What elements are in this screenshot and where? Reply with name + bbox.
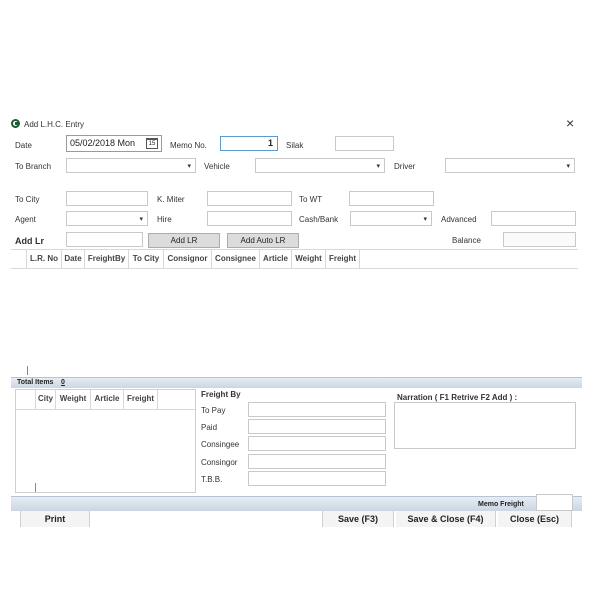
driver-select[interactable]: ▾ xyxy=(445,158,575,173)
print-button[interactable]: Print xyxy=(20,511,90,527)
silak-input[interactable] xyxy=(335,136,394,151)
agent-select[interactable]: ▾ xyxy=(66,211,148,226)
advanced-label: Advanced xyxy=(441,215,477,224)
add-lr-label: Add Lr xyxy=(15,236,44,246)
to-wt-label: To WT xyxy=(299,195,323,204)
memo-freight-input xyxy=(536,494,573,511)
column-header[interactable]: FreightBy xyxy=(85,250,129,268)
vehicle-select[interactable]: ▾ xyxy=(255,158,385,173)
column-header[interactable]: Article xyxy=(260,250,292,268)
lr-grid-body[interactable] xyxy=(11,269,578,375)
consingee-input[interactable] xyxy=(248,436,386,451)
consingor-input[interactable] xyxy=(248,454,386,469)
silak-label: Silak xyxy=(286,141,304,150)
chevron-down-icon: ▾ xyxy=(566,163,570,170)
to-city-label: To City xyxy=(15,195,40,204)
k-miter-label: K. Miter xyxy=(157,195,185,204)
consingee-label: Consingee xyxy=(201,440,240,449)
grid-row-marker xyxy=(27,366,28,375)
column-header[interactable]: Freight xyxy=(124,390,158,409)
chevron-down-icon: ▾ xyxy=(187,163,191,170)
chevron-down-icon: ▾ xyxy=(423,216,427,223)
k-miter-input[interactable] xyxy=(207,191,292,206)
save-button[interactable]: Save (F3) xyxy=(322,511,394,527)
row-selector-column xyxy=(16,390,36,409)
to-branch-select[interactable]: ▾ xyxy=(66,158,196,173)
calendar-icon[interactable]: 15 xyxy=(146,138,158,149)
hire-label: Hire xyxy=(157,215,172,224)
sub-grid-header: City Weight Article Freight xyxy=(16,390,195,410)
column-header[interactable]: Date xyxy=(62,250,85,268)
hire-input[interactable] xyxy=(207,211,292,226)
add-auto-lr-button[interactable]: Add Auto LR xyxy=(227,233,299,248)
close-icon[interactable]: × xyxy=(566,115,574,131)
add-lr-input[interactable] xyxy=(66,232,143,247)
balance-input xyxy=(503,232,576,247)
date-value: 05/02/2018 Mon xyxy=(70,138,136,148)
vehicle-label: Vehicle xyxy=(204,162,230,171)
column-header[interactable]: Consignor xyxy=(164,250,212,268)
memo-no-value: 1 xyxy=(267,138,273,148)
paid-label: Paid xyxy=(201,423,218,432)
agent-label: Agent xyxy=(15,215,36,224)
save-close-button[interactable]: Save & Close (F4) xyxy=(396,511,496,527)
chevron-down-icon: ▾ xyxy=(376,163,380,170)
cash-bank-select[interactable]: ▾ xyxy=(350,211,432,226)
tbb-label: T.B.B. xyxy=(201,475,223,484)
narration-label: Narration ( F1 Retrive F2 Add ) : xyxy=(397,393,518,402)
to-wt-input[interactable] xyxy=(349,191,434,206)
row-selector-column xyxy=(11,250,27,268)
to-city-input[interactable] xyxy=(66,191,148,206)
tbb-input[interactable] xyxy=(248,471,386,486)
chevron-down-icon: ▾ xyxy=(139,216,143,223)
total-items-label: Total Items xyxy=(17,379,54,386)
advanced-input[interactable] xyxy=(491,211,576,226)
balance-label: Balance xyxy=(452,236,481,245)
memo-no-label: Memo No. xyxy=(170,141,207,150)
date-label: Date xyxy=(15,141,32,150)
totals-bar: Total Items 0 xyxy=(11,377,582,388)
grid-row-marker xyxy=(35,483,36,492)
window-title: Add L.H.C. Entry xyxy=(24,120,85,129)
memo-no-input[interactable]: 1 xyxy=(220,136,278,151)
to-branch-label: To Branch xyxy=(15,162,52,171)
sub-grid[interactable]: City Weight Article Freight xyxy=(15,389,196,493)
close-button[interactable]: Close (Esc) xyxy=(498,511,572,527)
paid-input[interactable] xyxy=(248,419,386,434)
cash-bank-label: Cash/Bank xyxy=(299,215,339,224)
column-header[interactable]: L.R. No xyxy=(27,250,62,268)
add-lr-button[interactable]: Add LR xyxy=(148,233,220,248)
column-header[interactable]: Freight xyxy=(326,250,360,268)
memo-freight-bar: Memo Freight xyxy=(11,496,582,511)
app-logo-icon xyxy=(11,119,20,128)
consingor-label: Consingor xyxy=(201,458,238,467)
freight-by-heading: Freight By xyxy=(201,390,241,399)
total-items-count: 0 xyxy=(61,379,65,386)
driver-label: Driver xyxy=(394,162,416,171)
lr-grid-header: L.R. No Date FreightBy To City Consignor… xyxy=(11,249,578,269)
column-header[interactable]: Consignee xyxy=(212,250,260,268)
to-pay-input[interactable] xyxy=(248,402,386,417)
memo-freight-label: Memo Freight xyxy=(478,501,524,508)
to-pay-label: To Pay xyxy=(201,406,226,415)
date-picker[interactable]: 05/02/2018 Mon 15 xyxy=(66,135,162,152)
column-header[interactable]: To City xyxy=(129,250,164,268)
column-header[interactable]: Article xyxy=(91,390,124,409)
narration-textarea[interactable] xyxy=(394,402,576,449)
column-header[interactable]: City xyxy=(36,390,56,409)
column-header[interactable]: Weight xyxy=(292,250,326,268)
column-header[interactable]: Weight xyxy=(56,390,91,409)
